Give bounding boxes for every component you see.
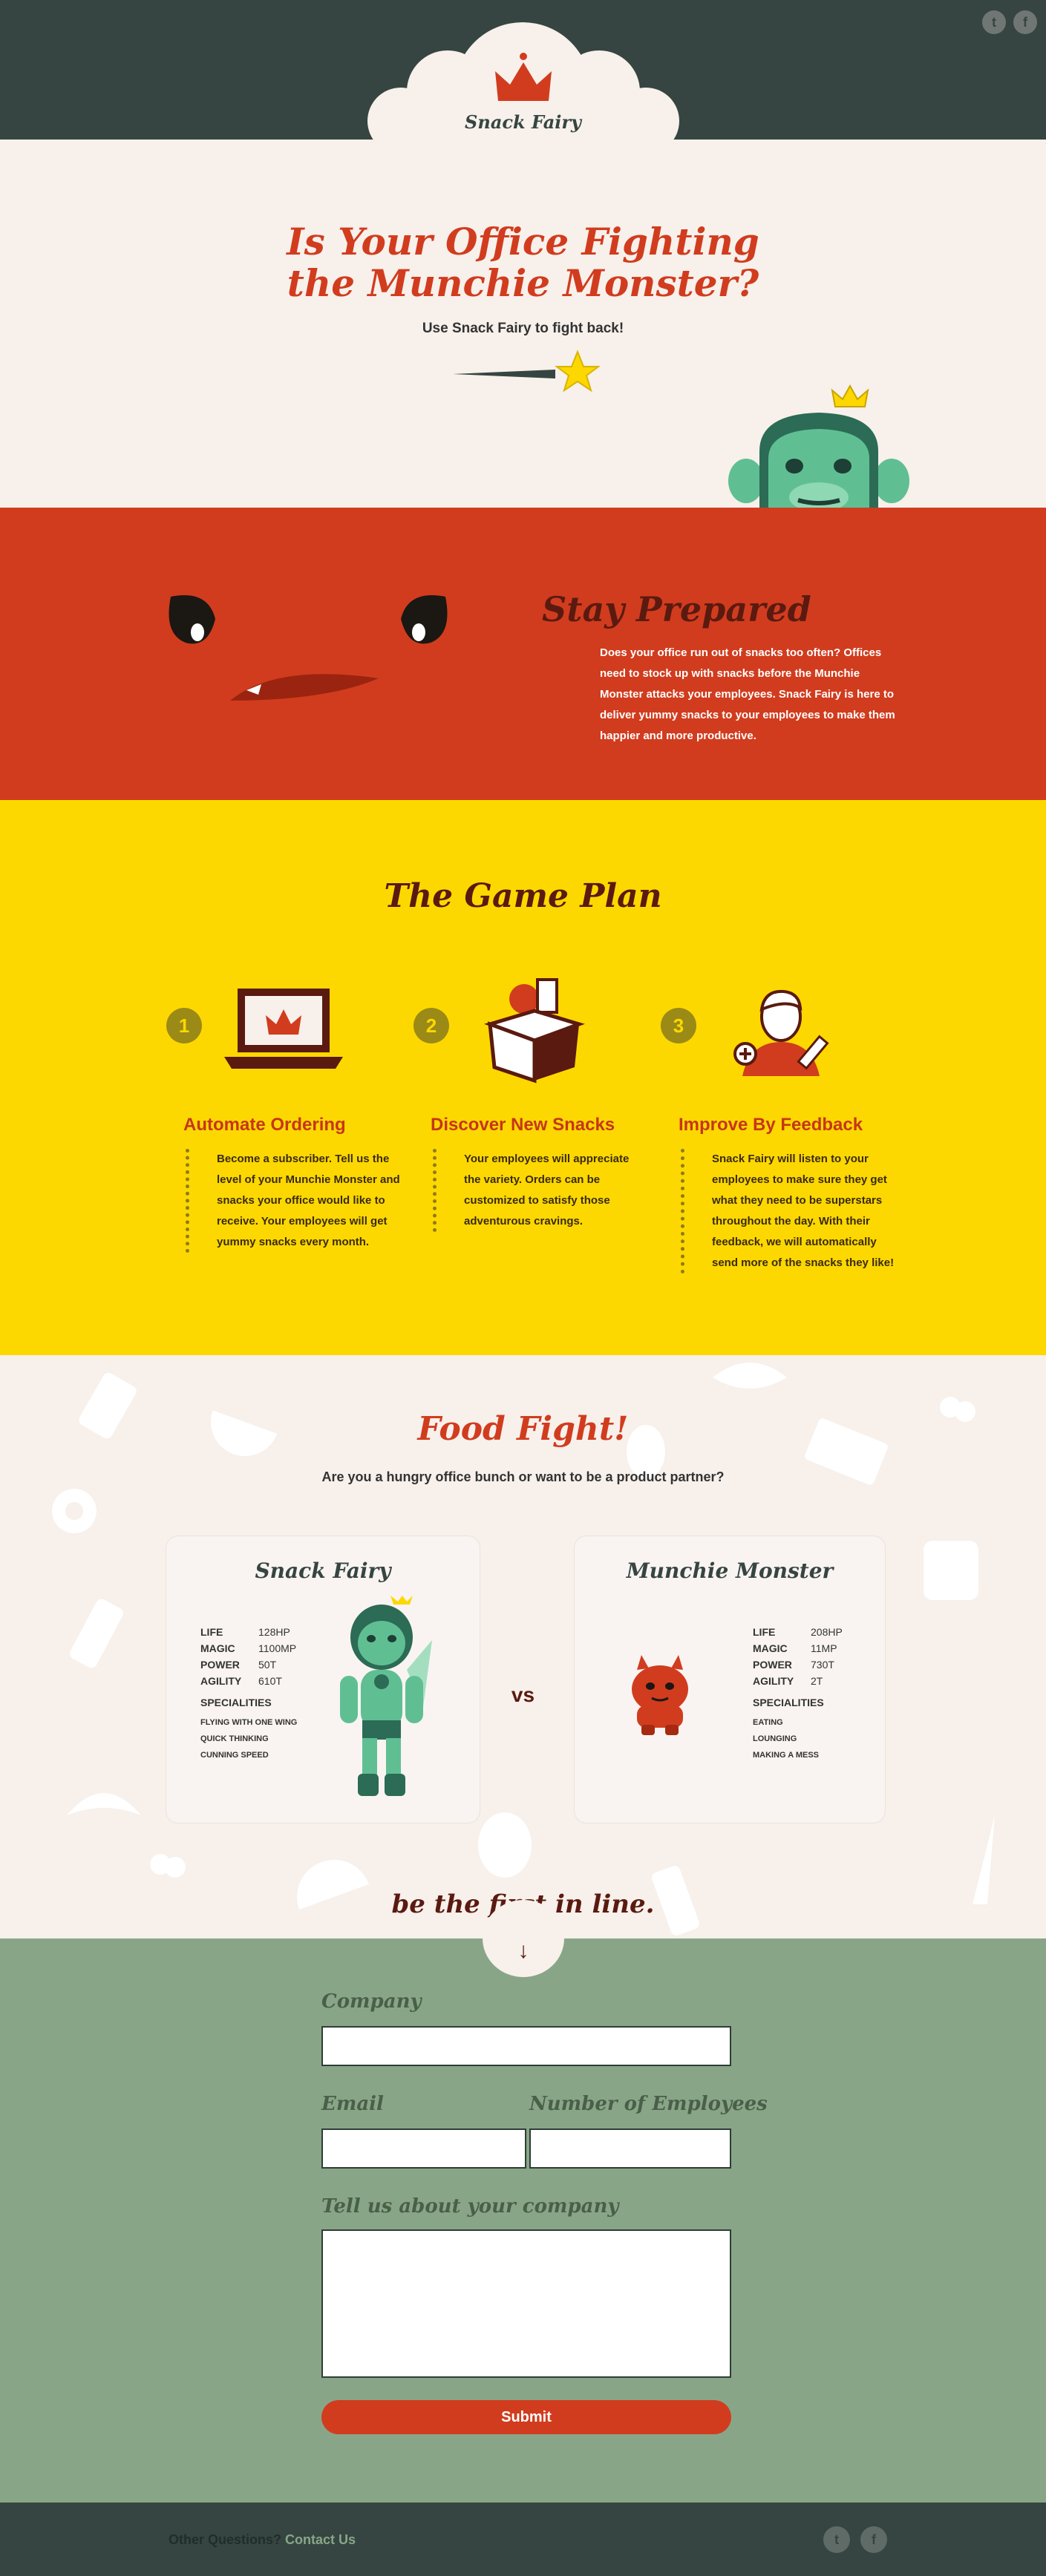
game-plan-title: The Game Plan	[384, 877, 662, 915]
company-label: Company	[321, 1990, 422, 2013]
feedback-person-icon	[733, 989, 829, 1076]
stat-row: POWER 730T	[753, 1659, 834, 1671]
hero-section: Is Your Office Fighting the Munchie Mons…	[0, 140, 1046, 508]
step-1-number: 1	[166, 1008, 202, 1043]
versus-label: vs	[511, 1683, 535, 1706]
facebook-icon[interactable]: f	[860, 2526, 887, 2553]
stay-prepared-section: Stay Prepared Does your office run out o…	[0, 508, 1046, 800]
food-fight-section: Food Fight! Are you a hungry office bunc…	[0, 1355, 1046, 1938]
step-2-number: 2	[414, 1008, 449, 1043]
snack-fairy-card: Snack Fairy LIFE 128HP MAGIC 1100MP POWER 5…	[166, 1536, 480, 1823]
magic-wand-star-icon	[453, 350, 600, 393]
employees-label: Number of Employees	[529, 2093, 768, 2115]
submit-button[interactable]: Submit	[321, 2400, 731, 2434]
monster-name: Munchie Monster	[626, 1559, 834, 1583]
fairy-name: Snack Fairy	[255, 1559, 391, 1583]
other-questions-text: Other Questions?	[169, 2532, 282, 2547]
game-plan-section: The Game Plan 1 Automate Ordering Become…	[0, 800, 1046, 1355]
brand-name[interactable]: Snack Fairy	[0, 111, 1046, 133]
step-2-desc: Your employees will appreciate the varie…	[433, 1149, 648, 1232]
email-label: Email	[321, 2093, 384, 2115]
step-3-desc: Snack Fairy will listen to your employee…	[681, 1149, 896, 1274]
stay-prepared-title: Stay Prepared	[542, 589, 811, 629]
signup-form-section: ↓ Company Email Number of Employees Tell…	[0, 1900, 1046, 2503]
step-2-title: Discover New Snacks	[431, 1115, 615, 1135]
stat-row: MAGIC 11MP	[753, 1642, 837, 1654]
step-1-title: Automate Ordering	[183, 1115, 346, 1135]
employees-input[interactable]	[529, 2128, 731, 2169]
stat-row: AGILITY 2T	[753, 1675, 823, 1687]
company-input[interactable]	[321, 2026, 731, 2066]
email-input[interactable]	[321, 2128, 526, 2169]
fairy-stats: LIFE 128HP MAGIC 1100MP POWER 50T AGILITY 61…	[200, 1624, 296, 1689]
about-company-label: Tell us about your company	[321, 2195, 619, 2218]
monster-stats: LIFE 208HP MAGIC 11MP POWER 730T AGILITY 2T	[753, 1624, 843, 1689]
site-footer: Other Questions? Contact Us t f	[0, 2503, 1046, 2576]
monster-character-icon	[632, 1655, 688, 1735]
scroll-down-arrow-icon[interactable]: ↓	[483, 1900, 564, 1977]
twitter-icon[interactable]: t	[823, 2526, 850, 2553]
food-fight-title: Food Fight!	[417, 1410, 629, 1448]
angry-face-icon	[169, 595, 448, 701]
contact-us-link[interactable]: Contact Us	[285, 2532, 356, 2548]
step-3-number: 3	[661, 1008, 696, 1043]
stat-row: MAGIC 1100MP	[200, 1642, 297, 1654]
twitter-icon[interactable]: t	[982, 10, 1006, 34]
step-1-desc: Become a subscriber. Tell us the level o…	[186, 1149, 401, 1253]
stat-row: POWER 50T	[200, 1659, 277, 1671]
food-fight-subtitle: Are you a hungry office bunch or want to…	[321, 1469, 725, 1484]
hero-subtitle: Use Snack Fairy to fight back!	[422, 321, 624, 336]
site-header: Snack Fairy t f	[0, 0, 1046, 140]
about-company-textarea[interactable]	[321, 2229, 731, 2378]
crown-logo-icon[interactable]	[494, 52, 553, 105]
munchie-monster-card: Munchie Monster LIFE 208HP MAGIC 11MP POWE…	[575, 1536, 885, 1823]
stat-row: LIFE 208HP	[753, 1626, 843, 1638]
fairy-specialities: FLYING WITH ONE WING QUICK THINKING CUNN…	[200, 1718, 298, 1760]
monkey-mascot-icon	[728, 384, 909, 508]
facebook-icon[interactable]: f	[1013, 10, 1037, 34]
stat-row: LIFE 128HP	[200, 1626, 290, 1638]
monster-specialities-heading: SPECIALITIES	[753, 1697, 824, 1708]
monster-specialities: EATING LOUNGING MAKING A MESS	[753, 1718, 820, 1760]
stay-prepared-body: Does your office run out of snacks too o…	[600, 646, 895, 742]
snack-box-icon	[484, 978, 585, 1084]
step-3-title: Improve By Feedback	[679, 1115, 863, 1135]
laptop-icon	[224, 989, 343, 1069]
hero-title: Is Your Office Fighting the Munchie Mons…	[287, 220, 759, 305]
